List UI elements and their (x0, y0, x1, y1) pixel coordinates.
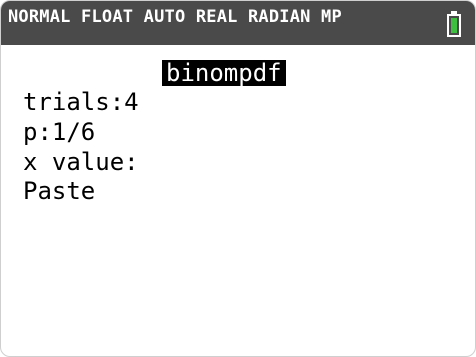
mode-indicators: NORMAL FLOAT AUTO REAL RADIAN MP (8, 7, 342, 27)
wizard-title: binompdf (162, 60, 286, 86)
calculator-screen: NORMAL FLOAT AUTO REAL RADIAN MP binompd… (0, 0, 476, 357)
x-value-label: x value: (23, 148, 139, 176)
trials-label: trials: (23, 88, 125, 116)
x-value-field[interactable]: x value: (23, 149, 139, 175)
paste-button[interactable]: Paste (23, 178, 95, 204)
probability-label: p: (23, 118, 52, 146)
probability-field[interactable]: p:1/6 (23, 119, 95, 145)
probability-value[interactable]: 1/6 (52, 118, 95, 146)
battery-icon (447, 11, 461, 37)
trials-field[interactable]: trials:4 (23, 89, 139, 115)
trials-value[interactable]: 4 (124, 88, 138, 116)
status-bar: NORMAL FLOAT AUTO REAL RADIAN MP (1, 1, 475, 45)
